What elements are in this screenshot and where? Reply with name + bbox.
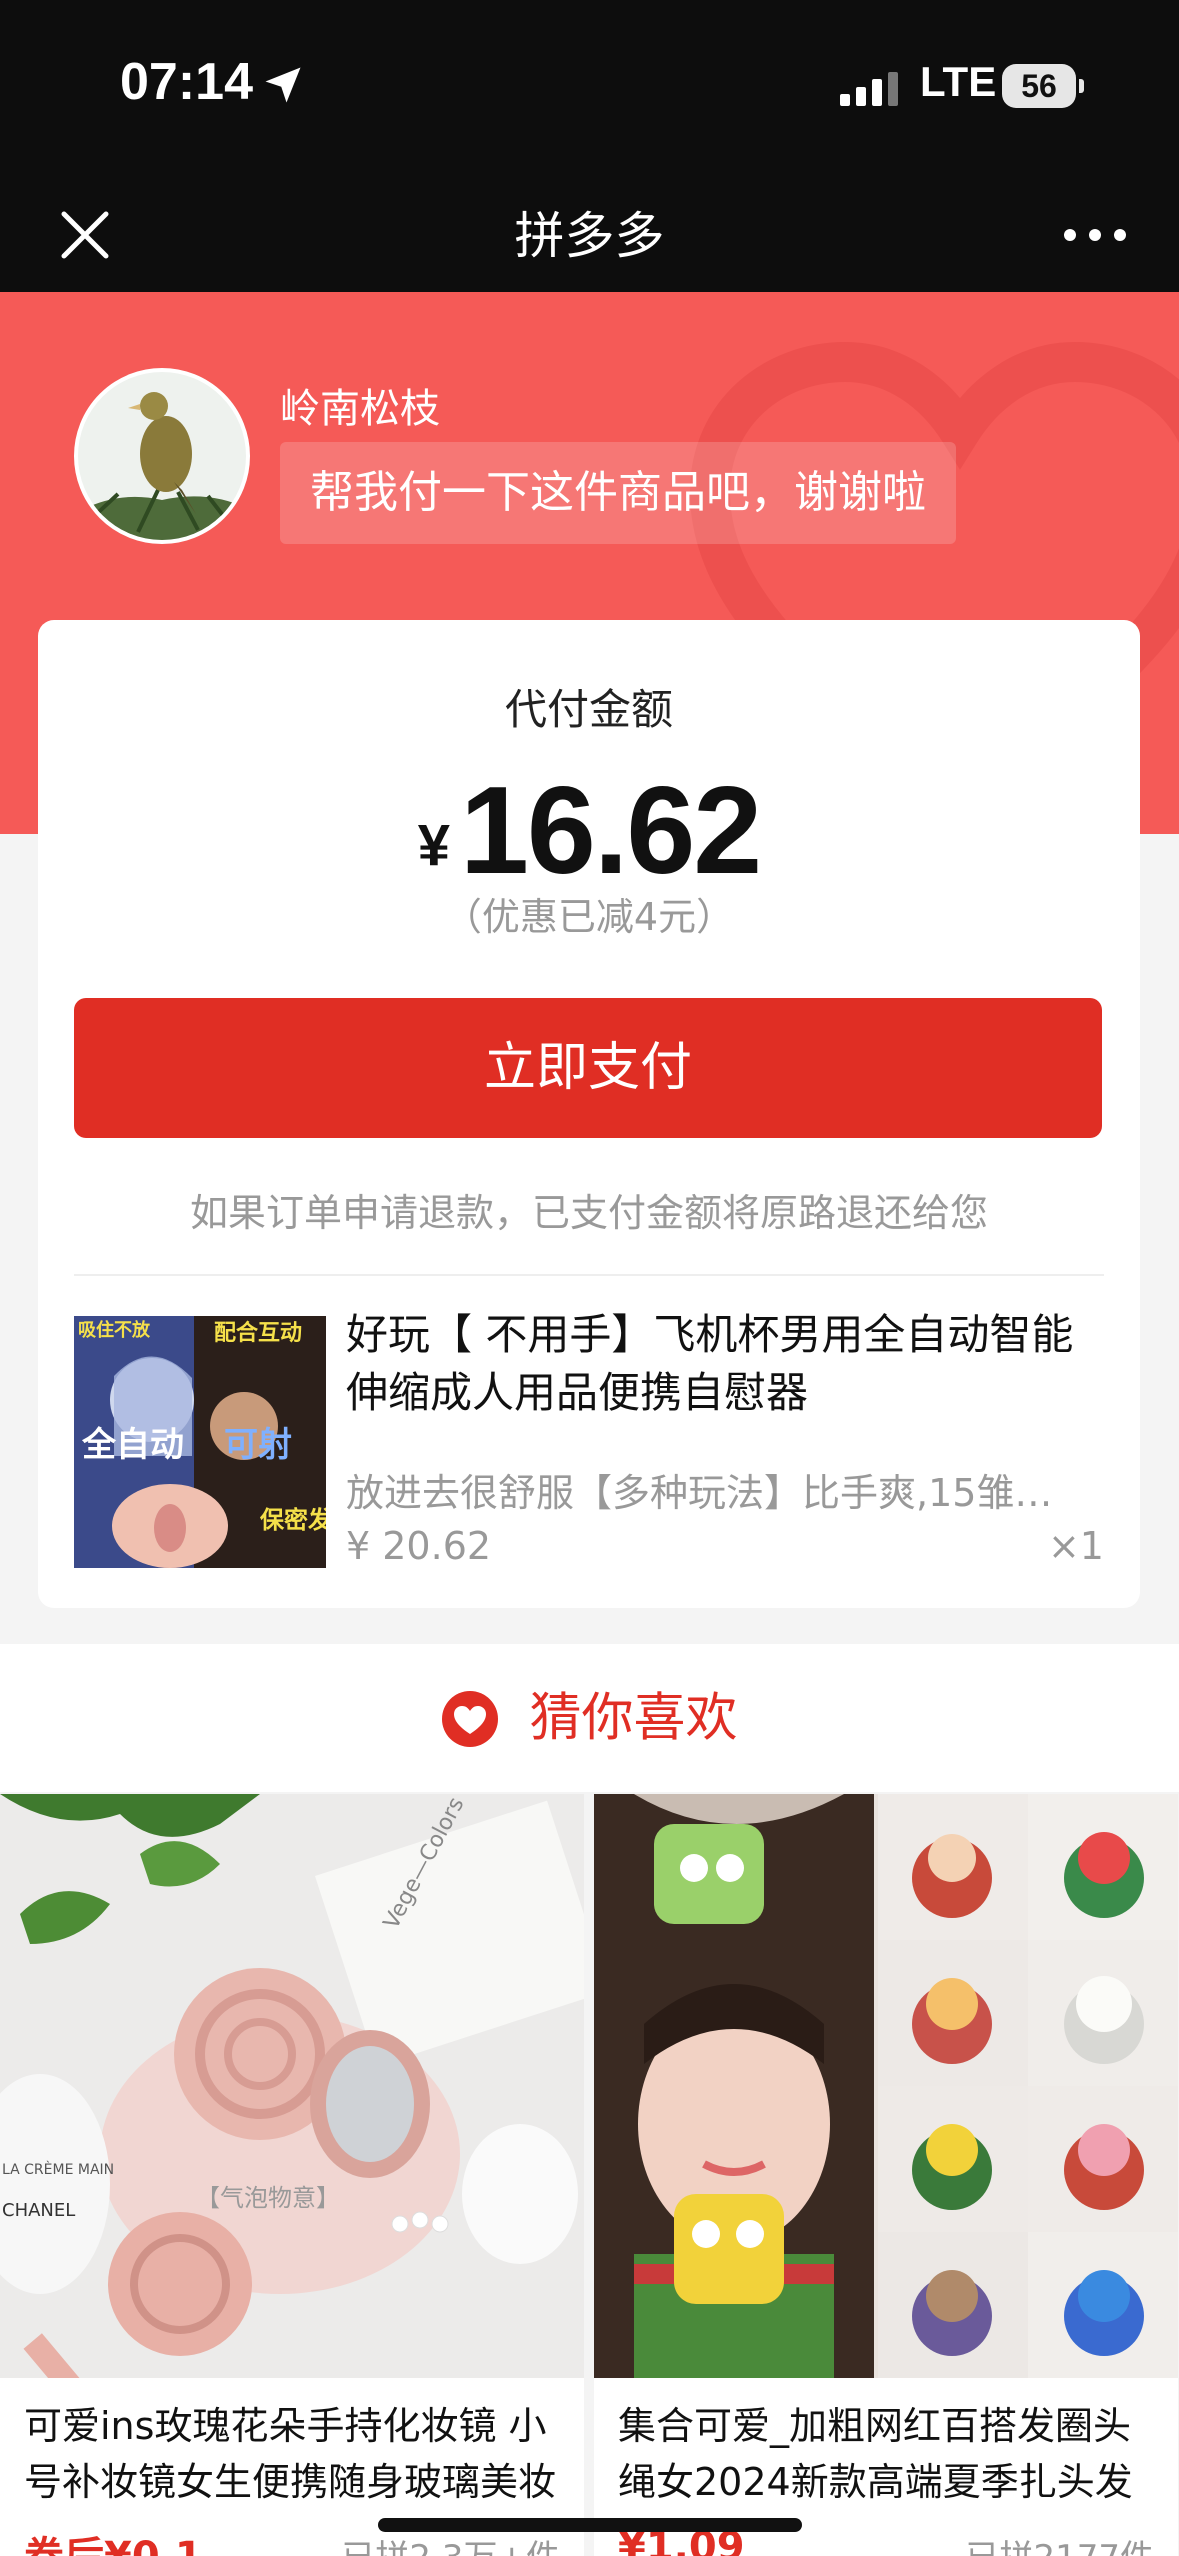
tube-label: CHANEL (2, 2200, 75, 2221)
thumb-text-5: 保密发货 (259, 1506, 326, 1534)
heart-icon (442, 1690, 499, 1747)
product-quantity: ×1 (1047, 1524, 1104, 1568)
product-price: ¥ 20.62 (346, 1524, 492, 1568)
divider (74, 1274, 1104, 1276)
location-arrow-icon (265, 67, 301, 103)
page-title: 拼多多 (514, 207, 665, 265)
network-type: LTE (920, 58, 997, 105)
request-message: 帮我付一下这件商品吧，谢谢啦 (280, 442, 956, 544)
hair-tie-photo (594, 1794, 1178, 2378)
battery-icon: 56 (1002, 64, 1084, 108)
requester-name: 岭南松枝 (280, 386, 440, 432)
payment-amount-label: 代付金额 (504, 685, 673, 734)
amount-value: 16.62 (459, 762, 762, 900)
cellular-signal-icon (840, 72, 898, 106)
recommend-item-sold: 已拼2.3万+件 (341, 2530, 560, 2556)
thumb-text-2: 配合互动 (214, 1320, 302, 1346)
status-time: 07:14 (120, 53, 253, 111)
product-description: 放进去很舒服【多种玩法】比手爽,15雏… (346, 1471, 1053, 1515)
product-thumbnail[interactable]: 吸住不放 配合互动 全自动 可射 保密发货 (74, 1316, 326, 1568)
recommend-title: 猜你喜欢 (529, 1688, 738, 1749)
product-title[interactable]: 好玩【 不用手】飞机杯男用全自动智能伸缩成人用品便携自慰器 (346, 1306, 1106, 1422)
thumb-text-3: 全自动 (81, 1425, 184, 1465)
recommend-item-mirror[interactable]: Vege—Colors Yellow LA CRÈME MAIN CHANEL … (0, 1794, 584, 2556)
recommend-header: 猜你喜欢 (0, 1644, 1179, 1792)
battery-level: 56 (1021, 68, 1057, 104)
payment-amount: ¥16.62 (38, 760, 1140, 902)
requester-avatar (74, 368, 250, 544)
nav-bar: 拼多多 (0, 180, 1179, 292)
thumb-text-1: 吸住不放 (78, 1319, 151, 1341)
close-icon[interactable] (52, 202, 118, 268)
discount-note: （优惠已减4元） (443, 895, 735, 939)
product-image: Vege—Colors Yellow LA CRÈME MAIN CHANEL … (0, 1794, 584, 2378)
status-bar: 07:14 LTE 56 (0, 0, 1179, 180)
payment-card: 代付金额 ¥16.62 （优惠已减4元） 立即支付 如果订单申请退款，已支付金额… (38, 620, 1140, 1608)
image-watermark: 【气泡物意】 (196, 2184, 340, 2212)
tube-sub-label: LA CRÈME MAIN (2, 2161, 114, 2178)
hair-tie-grid (878, 1794, 1178, 2378)
recommend-item-price: 券后¥0.1 (24, 2524, 203, 2556)
currency-symbol: ¥ (417, 813, 450, 878)
bird-photo (78, 372, 246, 540)
mirror-photo: Vege—Colors Yellow LA CRÈME MAIN CHANEL … (0, 1794, 584, 2378)
thumb-text-4: 可射 (224, 1425, 292, 1465)
recommend-item-title: 集合可爱_加粗网红百搭发圈头绳女2024新款高端夏季扎头发 (618, 2404, 1133, 2504)
product-image: 吸住不放 配合互动 全自动 可射 保密发货 (74, 1316, 326, 1568)
recommend-item-sold: 已拼2177件 (965, 2530, 1154, 2556)
recommend-item-title: 可爱ins玫瑰花朵手持化妆镜 小号补妆镜女生便携随身玻璃美妆 (24, 2404, 557, 2504)
pay-now-button[interactable]: 立即支付 (74, 998, 1102, 1138)
more-options-icon[interactable] (1060, 202, 1130, 268)
home-indicator[interactable] (378, 2518, 802, 2532)
refund-note: 如果订单申请退款，已支付金额将原路退还给您 (189, 1191, 988, 1235)
recommend-item-hair-tie[interactable]: 集合可爱_加粗网红百搭发圈头绳女2024新款高端夏季扎头发 ¥1.09 已拼21… (594, 1794, 1178, 2556)
product-image (594, 1794, 1178, 2378)
